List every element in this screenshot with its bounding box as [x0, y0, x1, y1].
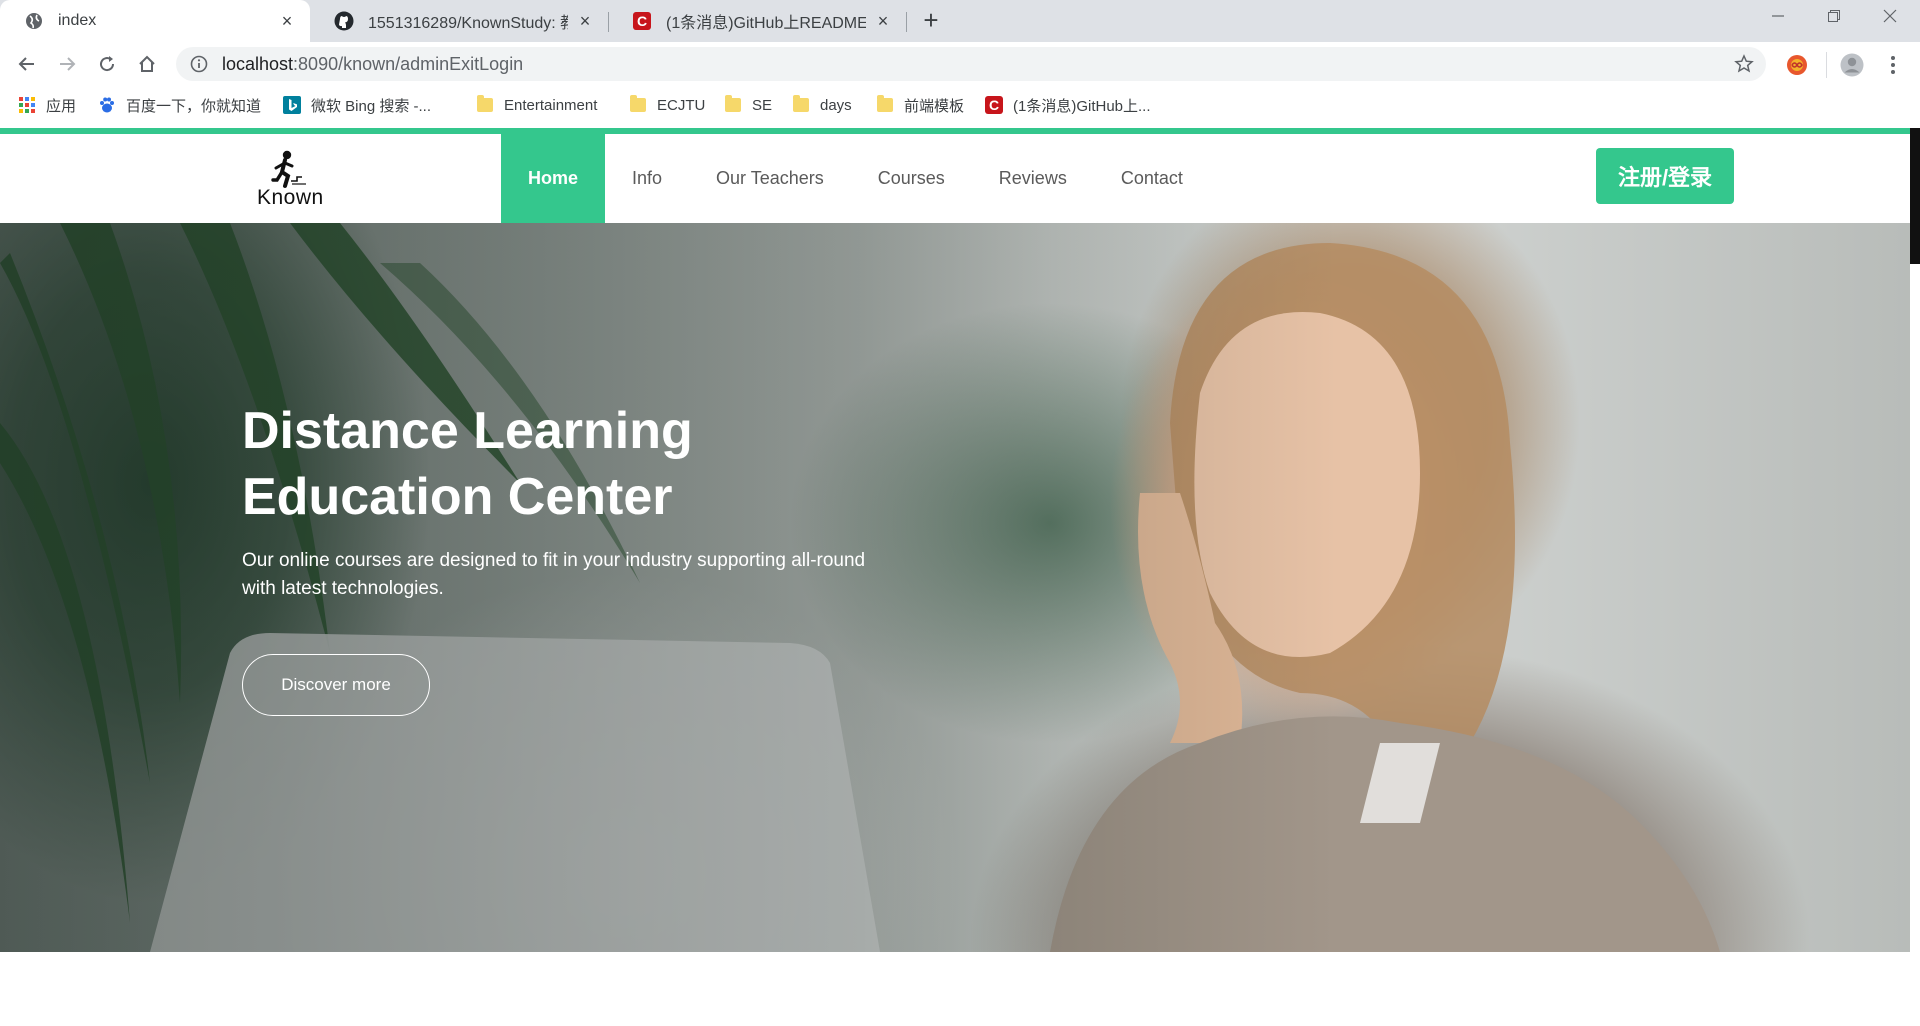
browser-tab-strip: index × 1551316289/KnownStudy: 教育 × C (1… — [0, 0, 1920, 42]
home-button[interactable] — [131, 48, 163, 80]
info-icon[interactable] — [190, 55, 208, 73]
minimize-button[interactable] — [1750, 0, 1806, 40]
register-login-button[interactable]: 注册/登录 — [1596, 148, 1734, 204]
bookmark-baidu[interactable]: 百度一下，你就知道 — [98, 87, 261, 123]
bookmarks-bar: 应用 百度一下，你就知道 微软 Bing 搜索 -... Entertainme… — [0, 87, 1920, 123]
url-path: :8090/known/adminExitLogin — [293, 53, 524, 74]
back-button[interactable] — [11, 48, 43, 80]
hero-title-line2: Education Center — [242, 468, 673, 526]
extension-icon[interactable] — [1786, 54, 1808, 76]
browser-tab-csdn[interactable]: C (1条消息)GitHub上README.md × — [608, 0, 906, 42]
bookmark-star-icon[interactable] — [1734, 54, 1754, 74]
bookmark-label: 应用 — [46, 97, 77, 115]
github-icon — [334, 11, 354, 31]
bookmark-label: 百度一下，你就知道 — [126, 97, 262, 115]
url-host: localhost — [222, 53, 294, 74]
hero-title: Distance Learning Education Center — [242, 398, 942, 530]
folder-icon — [629, 95, 647, 114]
logo-text: Known — [257, 186, 324, 209]
bookmark-folder-days[interactable]: days — [792, 87, 852, 123]
close-icon[interactable]: × — [874, 11, 892, 32]
bookmark-label: (1条消息)GitHub上... — [1013, 97, 1151, 115]
folder-icon — [724, 95, 742, 114]
bookmark-apps[interactable]: 应用 — [18, 87, 76, 123]
forward-button[interactable] — [51, 48, 83, 80]
close-window-button[interactable] — [1862, 0, 1918, 40]
home-icon — [139, 55, 155, 72]
bookmark-label: 微软 Bing 搜索 -... — [311, 97, 432, 115]
nav-contact[interactable]: Contact — [1094, 134, 1210, 223]
bookmark-label: Entertainment — [504, 96, 598, 114]
restore-button[interactable] — [1806, 0, 1862, 40]
page-scrollbar[interactable] — [1910, 128, 1920, 264]
tab-separator — [906, 12, 907, 32]
new-tab-button[interactable]: + — [916, 6, 946, 36]
hero-banner: Distance Learning Education Center Our o… — [0, 223, 1910, 952]
hero-subtitle-line1: Our online courses are designed to fit i… — [242, 550, 866, 571]
bookmark-folder-frontend-templates[interactable]: 前端模板 — [876, 87, 964, 123]
profile-avatar-icon[interactable] — [1840, 53, 1864, 77]
bing-icon — [283, 96, 301, 114]
nav-home[interactable]: Home — [501, 134, 606, 223]
folder-icon — [792, 95, 810, 114]
nav-info[interactable]: Info — [605, 134, 689, 223]
tab-title: index — [58, 12, 97, 29]
close-icon[interactable]: × — [576, 11, 594, 32]
discover-more-button[interactable]: Discover more — [242, 654, 430, 716]
bookmark-folder-entertainment[interactable]: Entertainment — [476, 87, 597, 123]
nav-courses[interactable]: Courses — [851, 134, 972, 223]
bookmark-csdn[interactable]: C (1条消息)GitHub上... — [985, 87, 1151, 123]
browser-tab-github[interactable]: 1551316289/KnownStudy: 教育 × — [310, 0, 608, 42]
bookmark-label: 前端模板 — [904, 97, 965, 115]
bookmark-label: ECJTU — [657, 96, 706, 114]
reload-icon — [100, 56, 115, 72]
close-icon[interactable]: × — [278, 11, 296, 32]
csdn-icon: C — [985, 96, 1003, 114]
baidu-icon — [98, 96, 116, 114]
globe-icon — [24, 11, 44, 31]
hero-subtitle-line2: with latest technologies. — [242, 578, 444, 599]
bookmark-folder-se[interactable]: SE — [724, 87, 772, 123]
site-header: Known Home Info Our Teachers Courses Rev… — [0, 134, 1910, 223]
browser-toolbar: localhost:8090/known/adminExitLogin — [0, 42, 1920, 87]
address-url: localhost:8090/known/adminExitLogin — [222, 54, 523, 75]
nav-our-teachers[interactable]: Our Teachers — [689, 134, 851, 223]
apps-grid-icon — [18, 96, 36, 114]
folder-icon — [476, 95, 494, 114]
bookmark-label: days — [820, 96, 852, 114]
hero-title-line1: Distance Learning — [242, 402, 693, 460]
main-nav: Home Info Our Teachers Courses Reviews C… — [501, 134, 1210, 223]
csdn-icon: C — [632, 11, 652, 31]
nav-reviews[interactable]: Reviews — [972, 134, 1094, 223]
arrow-left-icon — [18, 57, 34, 71]
tab-title: (1条消息)GitHub上README.md — [666, 15, 866, 32]
toolbar-divider — [1826, 52, 1827, 78]
folder-icon — [876, 95, 894, 114]
reload-button[interactable] — [91, 48, 123, 80]
browser-tab-index[interactable]: index × — [0, 0, 310, 42]
arrow-right-icon — [60, 57, 76, 71]
menu-kebab-icon[interactable] — [1882, 54, 1904, 76]
address-bar[interactable]: localhost:8090/known/adminExitLogin — [176, 47, 1766, 81]
bookmark-folder-ecjtu[interactable]: ECJTU — [629, 87, 705, 123]
tab-title: 1551316289/KnownStudy: 教育 — [368, 15, 568, 32]
bookmark-label: SE — [752, 96, 773, 114]
bookmark-bing[interactable]: 微软 Bing 搜索 -... — [283, 87, 431, 123]
hero-subtitle: Our online courses are designed to fit i… — [242, 547, 942, 603]
